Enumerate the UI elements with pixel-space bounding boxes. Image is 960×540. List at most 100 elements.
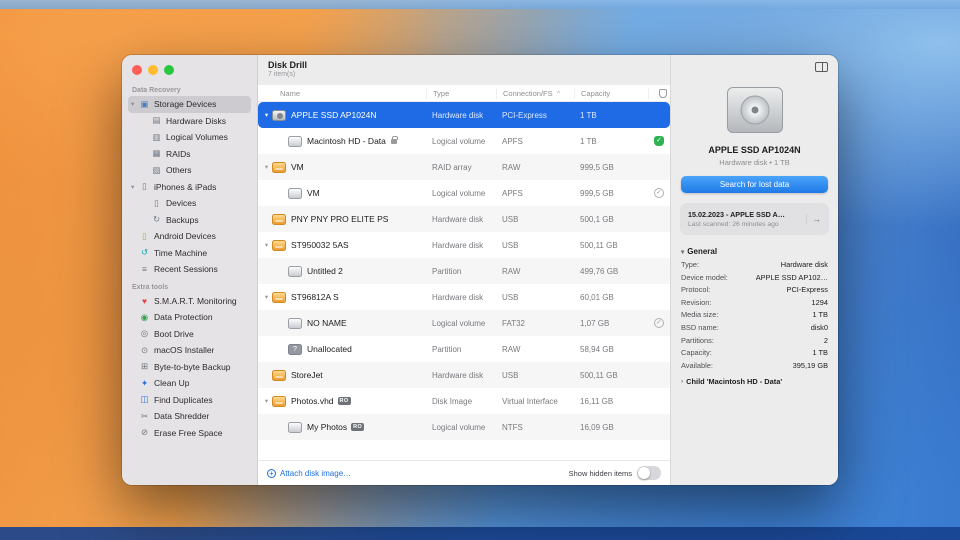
arrow-right-icon[interactable]: → (806, 214, 821, 224)
device-capacity: 60,01 GB (580, 292, 614, 302)
sidebar-item-label: iPhones & iPads (154, 181, 217, 192)
table-row-untitled-2[interactable]: Untitled 2 Partition RAW 499,76 GB (258, 258, 670, 284)
zoom-button[interactable] (164, 65, 174, 75)
sidebar-item-others[interactable]: ▧ Others (128, 162, 251, 179)
chevron-right-icon: › (681, 378, 684, 386)
sidebar-item-label: Hardware Disks (166, 115, 226, 126)
readonly-badge: RO (351, 423, 365, 431)
column-header-status[interactable] (648, 87, 670, 99)
devices-icon: ▯ (154, 197, 159, 208)
sidebar-item-devices[interactable]: ▯ Devices (128, 195, 251, 212)
table-row-pny-pny-pro-elite-ps[interactable]: PNY PNY PRO ELITE PS Hardware disk USB 500,… (258, 206, 670, 232)
volumes-icon: ▥ (152, 131, 161, 142)
detail-label: Type: (681, 260, 700, 269)
device-name: PNY PNY PRO ELITE PS (291, 214, 389, 224)
sidebar-item-android-devices[interactable]: ▯ Android Devices (128, 228, 251, 245)
device-name: StoreJet (291, 370, 323, 380)
table-row-unallocated[interactable]: ? Unallocated Partition RAW 58,94 GB (258, 336, 670, 362)
column-header-name[interactable]: Name (258, 88, 426, 99)
minimize-button[interactable] (148, 65, 158, 75)
search-lost-data-button[interactable]: Search for lost data (681, 176, 828, 193)
sidebar-item-logical-volumes[interactable]: ▥ Logical Volumes (128, 129, 251, 146)
drive-icon (272, 161, 286, 173)
protection-icon: ◉ (140, 311, 149, 322)
chevron-down-icon[interactable]: ▾ (262, 163, 271, 171)
volume-icon (288, 187, 302, 199)
device-type: RAID array (432, 162, 472, 172)
check-circle-icon: ✓ (654, 318, 664, 328)
child-volume-label: Child 'Macintosh HD - Data' (686, 377, 783, 387)
sidebar-item-byte-to-byte-backup[interactable]: ⊞ Byte-to-byte Backup (128, 359, 251, 376)
device-type: Hardware disk (432, 240, 484, 250)
device-connection: NTFS (502, 422, 523, 432)
boot-icon: ◎ (140, 328, 149, 339)
column-header-type[interactable]: Type (426, 87, 496, 99)
sidebar-item-find-duplicates[interactable]: ◫ Find Duplicates (128, 392, 251, 409)
table-row-photos-vhd[interactable]: ▾ Photos.vhd RO Disk Image Virtual Interface… (258, 388, 670, 414)
sidebar-item-boot-drive[interactable]: ◎ Boot Drive (128, 326, 251, 343)
device-type: Hardware disk (432, 110, 484, 120)
chevron-down-icon[interactable]: ▾ (262, 293, 271, 301)
detail-label: BSD name: (681, 322, 719, 332)
sidebar-item-data-protection[interactable]: ◉ Data Protection (128, 309, 251, 326)
sidebar-item-label: Erase Free Space (154, 427, 223, 438)
help-book-icon[interactable] (815, 62, 828, 72)
scan-session-card[interactable]: 15.02.2023 - APPLE SSD A… Last scanned: … (681, 204, 828, 234)
drive-icon (272, 239, 286, 251)
window-titlebar: Disk Drill 7 item(s) (258, 55, 670, 85)
sidebar-item-data-shredder[interactable]: ✂ Data Shredder (128, 408, 251, 425)
sidebar-item-label: Logical Volumes (166, 132, 228, 143)
table-row-my-photos[interactable]: My Photos RO Logical volume NTFS 16,09 GB (258, 414, 670, 440)
device-type: Logical volume (432, 188, 486, 198)
column-header-connection[interactable]: Connection/FS ^ (496, 87, 574, 99)
detail-value: 1 TB (812, 348, 828, 358)
child-volume-disclosure[interactable]: › Child 'Macintosh HD - Data' (681, 377, 828, 386)
sidebar-item-label: Find Duplicates (154, 394, 213, 405)
table-row-apple-ssd-ap1024n[interactable]: ▾ APPLE SSD AP1024N Hardware disk PCI-Expre… (258, 102, 670, 128)
general-section-header[interactable]: ▾ General (681, 247, 828, 256)
table-row-st96812a-s[interactable]: ▾ ST96812A S Hardware disk USB 60,01 GB (258, 284, 670, 310)
table-row-vm[interactable]: ▾ VM RAID array RAW 999,5 GB (258, 154, 670, 180)
sidebar-item-macos-installer[interactable]: ⊙ macOS Installer (128, 342, 251, 359)
device-capacity: 1 TB (580, 110, 597, 120)
column-header-capacity[interactable]: Capacity (574, 87, 648, 99)
sidebar-item-clean-up[interactable]: ✦ Clean Up (128, 375, 251, 392)
sidebar-item-erase-free-space[interactable]: ⊘ Erase Free Space (128, 425, 251, 442)
detail-label: Available: (681, 360, 713, 370)
sidebar-item-s-m-a-r-t-monitoring[interactable]: ♥ S.M.A.R.T. Monitoring (128, 293, 251, 310)
sidebar-item-label: Data Shredder (154, 411, 210, 422)
sidebar-item-backups[interactable]: ↻ Backups (128, 212, 251, 229)
device-name: Macintosh HD - Data (307, 136, 386, 146)
drive-icon (272, 213, 286, 225)
wallpaper-band-top (0, 0, 960, 9)
table-row-storejet[interactable]: StoreJet Hardware disk USB 500,11 GB (258, 362, 670, 388)
device-connection: USB (502, 214, 519, 224)
table-row-no-name[interactable]: NO NAME Logical volume FAT32 1,07 GB ✓ (258, 310, 670, 336)
chevron-down-icon[interactable]: ▾ (262, 111, 271, 119)
table-row-vm[interactable]: VM Logical volume APFS 999,5 GB ✓ (258, 180, 670, 206)
detail-row: Protocol: PCI-Express (681, 284, 828, 297)
sidebar-item-label: Byte-to-byte Backup (154, 361, 231, 372)
sidebar-item-raids[interactable]: ▦ RAIDs (128, 146, 251, 163)
page-title: Disk Drill (268, 60, 308, 70)
sidebar-item-hardware-disks[interactable]: ▤ Hardware Disks (128, 113, 251, 130)
sidebar-item-recent-sessions[interactable]: ≡ Recent Sessions (128, 261, 251, 278)
close-button[interactable] (132, 65, 142, 75)
readonly-badge: RO (337, 397, 351, 405)
sidebar-item-iphones-ipads[interactable]: ▾ ▯ iPhones & iPads (128, 179, 251, 196)
chevron-down-icon[interactable]: ▾ (262, 397, 271, 405)
scan-session-text: 15.02.2023 - APPLE SSD A… Last scanned: … (688, 210, 801, 228)
device-capacity: 1,07 GB (580, 318, 610, 328)
detail-row: Device model: APPLE SSD AP102… (681, 272, 828, 285)
show-hidden-items-toggle[interactable] (637, 466, 661, 480)
table-row-st950032-5as[interactable]: ▾ ST950032 5AS Hardware disk USB 500,11 GB (258, 232, 670, 258)
detail-value: APPLE SSD AP102… (755, 272, 828, 282)
detail-label: Capacity: (681, 348, 712, 358)
table-row-macintosh-hd-data[interactable]: Macintosh HD - Data Logical volume APFS 1 T… (258, 128, 670, 154)
chevron-down-icon[interactable]: ▾ (262, 241, 271, 249)
attach-disk-image-button[interactable]: + Attach disk image… (267, 468, 351, 478)
sidebar-item-time-machine[interactable]: ↺ Time Machine (128, 245, 251, 262)
device-connection: PCI-Express (502, 110, 547, 120)
sidebar-item-storage-devices[interactable]: ▾ ▣ Storage Devices (128, 96, 251, 113)
disk-internal-icon (272, 109, 286, 121)
